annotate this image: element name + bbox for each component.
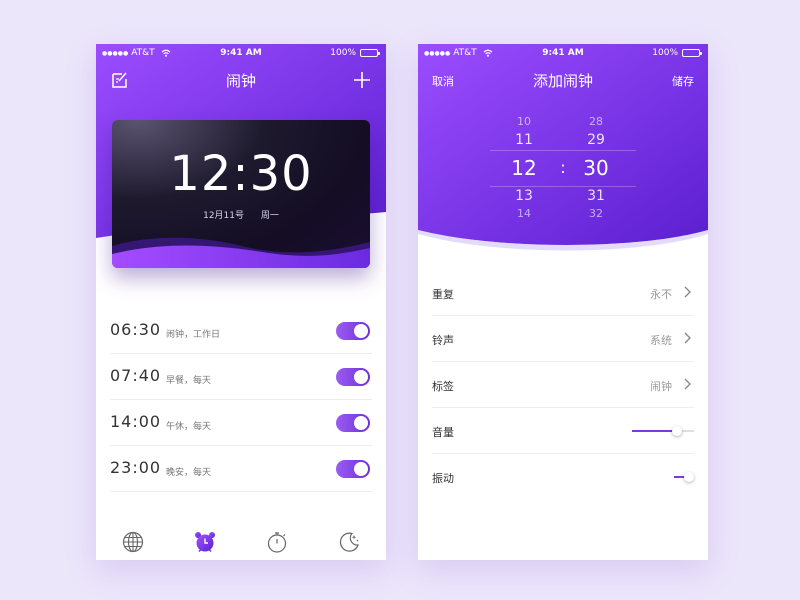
selected-minute: 30 [583, 156, 609, 180]
selected-hour: 12 [511, 156, 537, 180]
battery-indicator: 100% [330, 48, 380, 58]
minute-wheel[interactable]: 28 29 30 31 32 [566, 114, 626, 222]
alarm-toggle[interactable] [336, 322, 370, 340]
hour-option: 11 [515, 132, 533, 148]
tab-bar [96, 530, 386, 556]
plus-icon[interactable] [352, 70, 372, 90]
slider-fill [632, 430, 677, 432]
picker-divider [490, 186, 636, 187]
clock-card: 12:30 12月11号 周一 [112, 120, 370, 268]
moon-icon[interactable] [337, 530, 361, 554]
current-date: 12月11号 周一 [112, 208, 370, 221]
battery-percent: 100% [330, 48, 356, 58]
date-text: 12月11号 [203, 211, 244, 221]
battery-icon [682, 49, 702, 57]
hour-option: 14 [517, 207, 531, 220]
battery-icon [360, 49, 380, 57]
volume-slider[interactable] [632, 426, 694, 436]
alarm-label: 午休，每天 [166, 422, 212, 432]
wave-decoration [112, 237, 370, 268]
alarm-row[interactable]: 07:40 早餐，每天 [110, 354, 372, 400]
toggle-knob [354, 462, 368, 476]
chevron-right-icon [684, 332, 691, 344]
minute-option: 31 [587, 188, 605, 204]
status-bar: ●●●●● AT&T 9:41 AM 100% [96, 44, 386, 64]
save-button[interactable]: 储存 [672, 73, 694, 89]
stopwatch-icon[interactable] [265, 530, 289, 554]
vibration-slider[interactable] [674, 472, 694, 482]
alarm-toggle[interactable] [336, 460, 370, 478]
slider-knob[interactable] [684, 472, 694, 482]
time-picker: 10 11 12 13 14 : 28 29 30 31 32 [418, 114, 708, 234]
alarm-settings: 重复 永不 铃声 系统 标签 闹钟 音量 振动 [432, 270, 694, 500]
setting-volume: 音量 [432, 408, 694, 454]
alarm-row[interactable]: 23:00 晚安，每天 [110, 446, 372, 492]
alarm-clock-icon[interactable] [193, 530, 217, 554]
current-time: 12:30 [169, 146, 313, 202]
alarm-label: 早餐，每天 [166, 376, 212, 386]
minute-option: 28 [589, 115, 603, 128]
alarm-label: 闹钟，工作日 [166, 330, 221, 340]
battery-indicator: 100% [652, 48, 702, 58]
hour-option: 10 [517, 115, 531, 128]
setting-label: 铃声 [432, 334, 454, 347]
alarm-label: 晚安，每天 [166, 468, 212, 478]
setting-tag[interactable]: 标签 闹钟 [432, 362, 694, 408]
battery-percent: 100% [652, 48, 678, 58]
setting-value: 永不 [650, 288, 672, 301]
page-title: 闹钟 [225, 72, 256, 90]
alarm-row[interactable]: 14:00 午休，每天 [110, 400, 372, 446]
slider-knob[interactable] [671, 426, 682, 436]
alarm-toggle[interactable] [336, 414, 370, 432]
alarm-time: 06:30 [110, 320, 162, 339]
setting-label: 重复 [432, 288, 454, 301]
alarm-time: 07:40 [110, 366, 162, 385]
chevron-right-icon [684, 286, 691, 298]
weekday-text: 周一 [260, 211, 279, 221]
globe-icon[interactable] [121, 530, 145, 554]
setting-value: 闹钟 [650, 380, 672, 393]
toggle-knob [354, 324, 368, 338]
setting-label: 音量 [432, 426, 454, 439]
page-title: 添加闹钟 [532, 72, 593, 90]
minute-option: 29 [587, 132, 605, 148]
setting-repeat[interactable]: 重复 永不 [432, 270, 694, 316]
alarm-time: 14:00 [110, 412, 162, 431]
chevron-right-icon [684, 378, 691, 390]
minute-option: 32 [589, 207, 603, 220]
alarm-screen: ●●●●● AT&T 9:41 AM 100% 闹钟 12:30 12月11号 … [96, 44, 386, 560]
picker-divider [490, 150, 636, 151]
alarm-row[interactable]: 06:30 闹钟，工作日 [110, 308, 372, 354]
alarm-time: 23:00 [110, 458, 162, 477]
setting-label: 标签 [432, 380, 454, 393]
hour-option: 13 [515, 188, 533, 204]
hour-wheel[interactable]: 10 11 12 13 14 [494, 114, 554, 222]
setting-label: 振动 [432, 472, 454, 485]
add-alarm-screen: ●●●●● AT&T 9:41 AM 100% 取消 添加闹钟 储存 10 11… [418, 44, 708, 560]
alarm-toggle[interactable] [336, 368, 370, 386]
status-bar: ●●●●● AT&T 9:41 AM 100% [418, 44, 708, 64]
toggle-knob [354, 370, 368, 384]
setting-ringtone[interactable]: 铃声 系统 [432, 316, 694, 362]
setting-value: 系统 [650, 334, 672, 347]
setting-vibration: 振动 [432, 454, 694, 500]
alarm-list: 06:30 闹钟，工作日 07:40 早餐，每天 14:00 午休，每天 23:… [110, 308, 372, 492]
toggle-knob [354, 416, 368, 430]
